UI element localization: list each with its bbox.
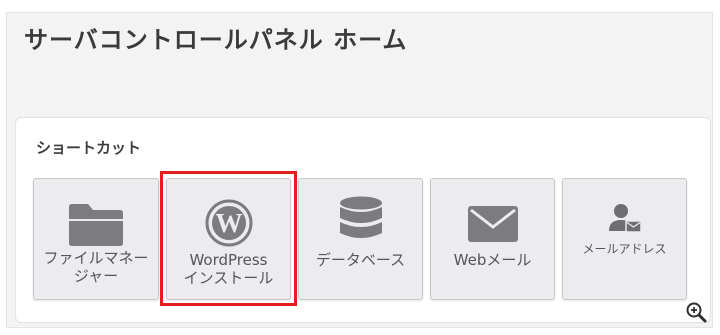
- wordpress-icon: W: [205, 199, 252, 247]
- database-label: データベース: [315, 251, 406, 269]
- file-manager-shortcut[interactable]: ファイルマネー ジャー: [33, 178, 159, 300]
- mail-address-shortcut[interactable]: メールアドレス: [562, 178, 687, 300]
- mail-icon: [467, 206, 518, 242]
- database-shortcut[interactable]: データベース: [298, 178, 423, 300]
- database-icon: [339, 196, 382, 238]
- zoom-in-icon[interactable]: [685, 301, 707, 323]
- webmail-shortcut[interactable]: Webメール: [430, 178, 555, 300]
- file-manager-label-line2: ジャー: [73, 267, 119, 285]
- wordpress-label-line2: インストール: [183, 269, 274, 287]
- mail-user-icon: [608, 204, 641, 233]
- file-manager-label-line1: ファイルマネー: [43, 249, 149, 267]
- svg-text:W: W: [215, 208, 242, 238]
- mail-address-label: メールアドレス: [582, 242, 667, 256]
- wordpress-install-shortcut[interactable]: W WordPress インストール: [166, 178, 291, 300]
- shortcuts-title: ショートカット: [36, 139, 142, 157]
- folder-icon: [69, 204, 123, 246]
- webmail-label: Webメール: [453, 251, 532, 269]
- page-title: サーバコントロールパネル ホーム: [24, 26, 408, 54]
- wordpress-label-line1: WordPress: [189, 251, 268, 269]
